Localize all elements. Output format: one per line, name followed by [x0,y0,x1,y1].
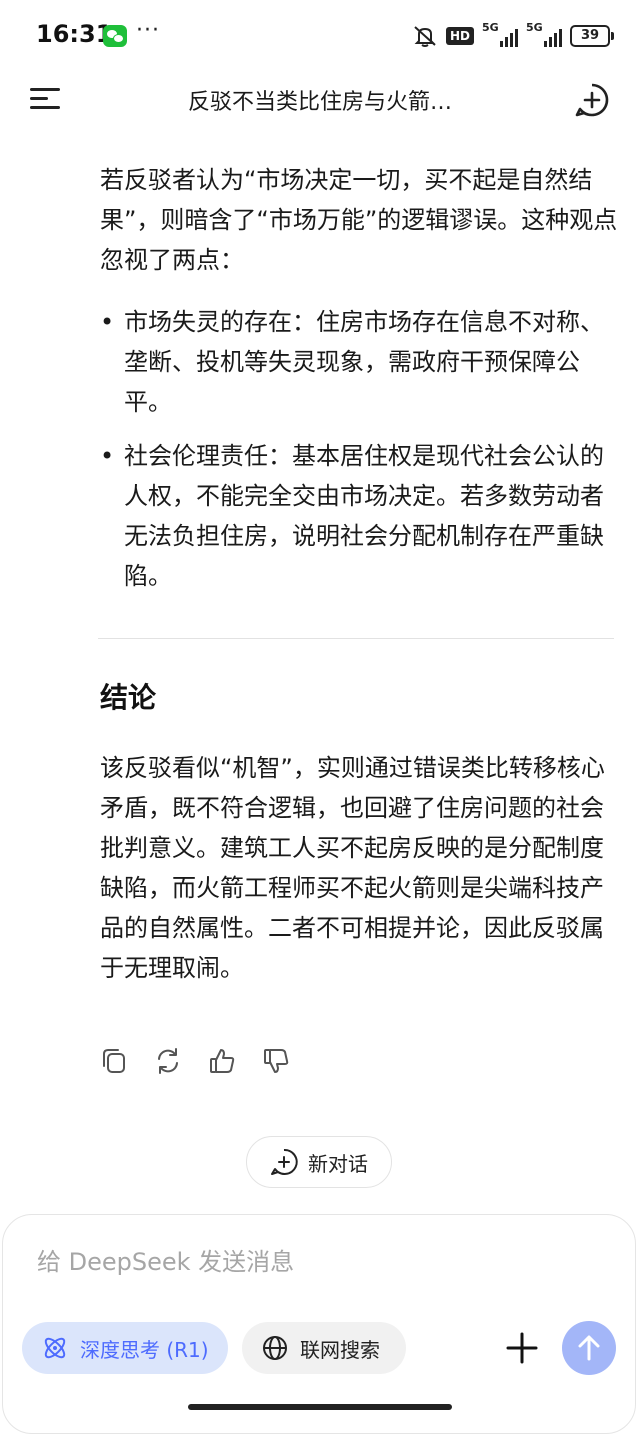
new-chat-button[interactable]: 新对话 [246,1136,392,1188]
globe-icon [263,1336,287,1360]
thumbs-down-icon[interactable] [262,1046,290,1076]
signal-label: 5G [482,21,499,34]
page-title: 反驳不当类比住房与火箭… [187,90,452,115]
assistant-message: 若反驳者认为“市场决定一切，买不起是自然结果”，则暗含了“市场万能”的逻辑谬误。… [100,160,620,610]
signal-icon: 5G [482,21,518,47]
message-input[interactable] [35,1247,499,1277]
divider [98,638,614,639]
new-chat-icon [271,1148,298,1175]
deep-think-label: 深度思考 (R1) [80,1337,209,1362]
attach-plus-icon[interactable] [500,1326,544,1370]
atom-icon [44,1337,66,1359]
status-indicators: HD 5G 5G 39 [412,21,614,50]
web-search-label: 联网搜索 [300,1337,380,1362]
status-time: 16:31 [36,20,113,48]
signal-icon: 5G [526,21,562,47]
wechat-icon [103,25,127,47]
battery-icon: 39 [570,25,614,47]
chat-header: 反驳不当类比住房与火箭… [0,72,640,128]
regenerate-icon[interactable] [154,1046,182,1076]
new-chat-icon[interactable] [574,82,610,118]
hd-badge: HD [445,27,474,45]
menu-icon[interactable] [30,86,62,112]
message-actions [100,1046,290,1076]
copy-icon[interactable] [100,1046,128,1076]
section-heading: 结论 [100,681,157,714]
send-button[interactable] [562,1321,616,1375]
mute-bell-icon [414,26,436,47]
conclusion-paragraph: 该反驳看似“机智”，实则通过错误类比转移核心矛盾，既不符合逻辑，也回避了住房问题… [100,754,605,982]
arrow-up-icon [578,1335,600,1361]
new-chat-label: 新对话 [308,1151,368,1176]
bullet-list: 市场失灵的存在：住房市场存在信息不对称、垄断、投机等失灵现象，需政府干预保障公平… [100,302,620,596]
deep-think-toggle[interactable]: 深度思考 (R1) [22,1322,228,1374]
list-item: 市场失灵的存在：住房市场存在信息不对称、垄断、投机等失灵现象，需政府干预保障公平… [100,302,620,422]
home-indicator [188,1404,452,1410]
more-notifications-icon: ··· [136,18,160,43]
status-bar: 16:31 ··· HD 5G 5G 39 [0,0,640,72]
list-item: 社会伦理责任：基本居住权是现代社会公认的人权，不能完全交由市场决定。若多数劳动者… [100,436,620,596]
web-search-toggle[interactable]: 联网搜索 [242,1322,406,1374]
signal-label: 5G [526,21,543,34]
thumbs-up-icon[interactable] [208,1046,236,1076]
message-paragraph: 若反驳者认为“市场决定一切，买不起是自然结果”，则暗含了“市场万能”的逻辑谬误。… [100,166,618,274]
